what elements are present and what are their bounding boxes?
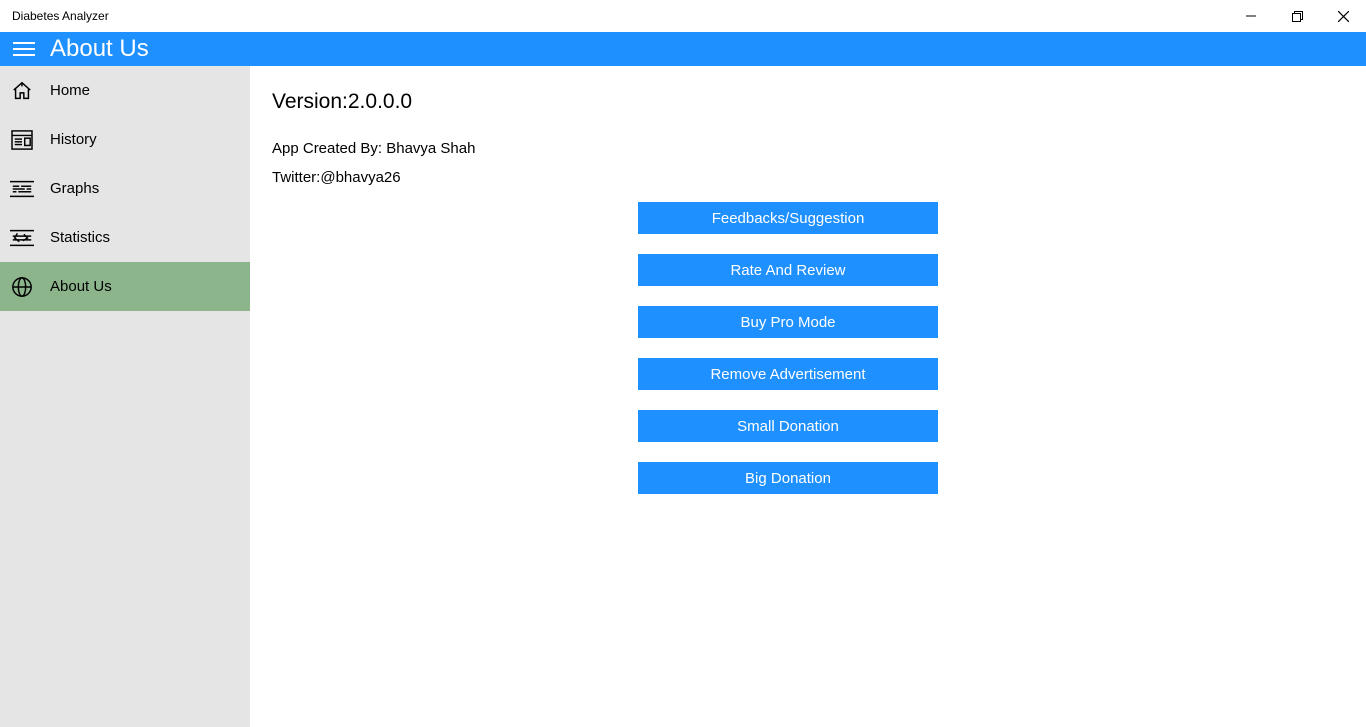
window-controls (1228, 0, 1366, 32)
sidebar-item-home[interactable]: Home (0, 66, 250, 115)
sidebar-item-label: Home (50, 82, 90, 99)
maximize-button[interactable] (1274, 0, 1320, 32)
sidebar-item-graphs[interactable]: Graphs (0, 164, 250, 213)
creator-text: App Created By: Bhavya Shah (272, 140, 1366, 157)
big-donation-button[interactable]: Big Donation (638, 462, 938, 494)
sidebar-item-about-us[interactable]: About Us (0, 262, 250, 311)
graphs-icon (8, 180, 36, 198)
home-icon (8, 80, 36, 102)
action-buttons: Feedbacks/Suggestion Rate And Review Buy… (638, 202, 938, 494)
sidebar-item-label: Statistics (50, 229, 110, 246)
small-donation-button[interactable]: Small Donation (638, 410, 938, 442)
sidebar: Home History (0, 66, 250, 727)
history-icon (8, 130, 36, 150)
close-button[interactable] (1320, 0, 1366, 32)
content-area: Version:2.0.0.0 App Created By: Bhavya S… (250, 66, 1366, 727)
twitter-text: Twitter:@bhavya26 (272, 169, 1366, 186)
buy-pro-button[interactable]: Buy Pro Mode (638, 306, 938, 338)
rate-review-button[interactable]: Rate And Review (638, 254, 938, 286)
minimize-button[interactable] (1228, 0, 1274, 32)
remove-ads-button[interactable]: Remove Advertisement (638, 358, 938, 390)
app-header: About Us (0, 32, 1366, 66)
sidebar-item-label: About Us (50, 278, 112, 295)
sidebar-item-statistics[interactable]: Statistics (0, 213, 250, 262)
title-bar: Diabetes Analyzer (0, 0, 1366, 32)
statistics-icon (8, 229, 36, 247)
sidebar-item-label: Graphs (50, 180, 99, 197)
globe-icon (8, 276, 36, 298)
sidebar-item-history[interactable]: History (0, 115, 250, 164)
window-title: Diabetes Analyzer (12, 9, 109, 23)
page-title: About Us (50, 35, 149, 63)
version-text: Version:2.0.0.0 (272, 90, 1366, 114)
sidebar-item-label: History (50, 131, 97, 148)
hamburger-menu-button[interactable] (0, 32, 48, 66)
feedback-button[interactable]: Feedbacks/Suggestion (638, 202, 938, 234)
